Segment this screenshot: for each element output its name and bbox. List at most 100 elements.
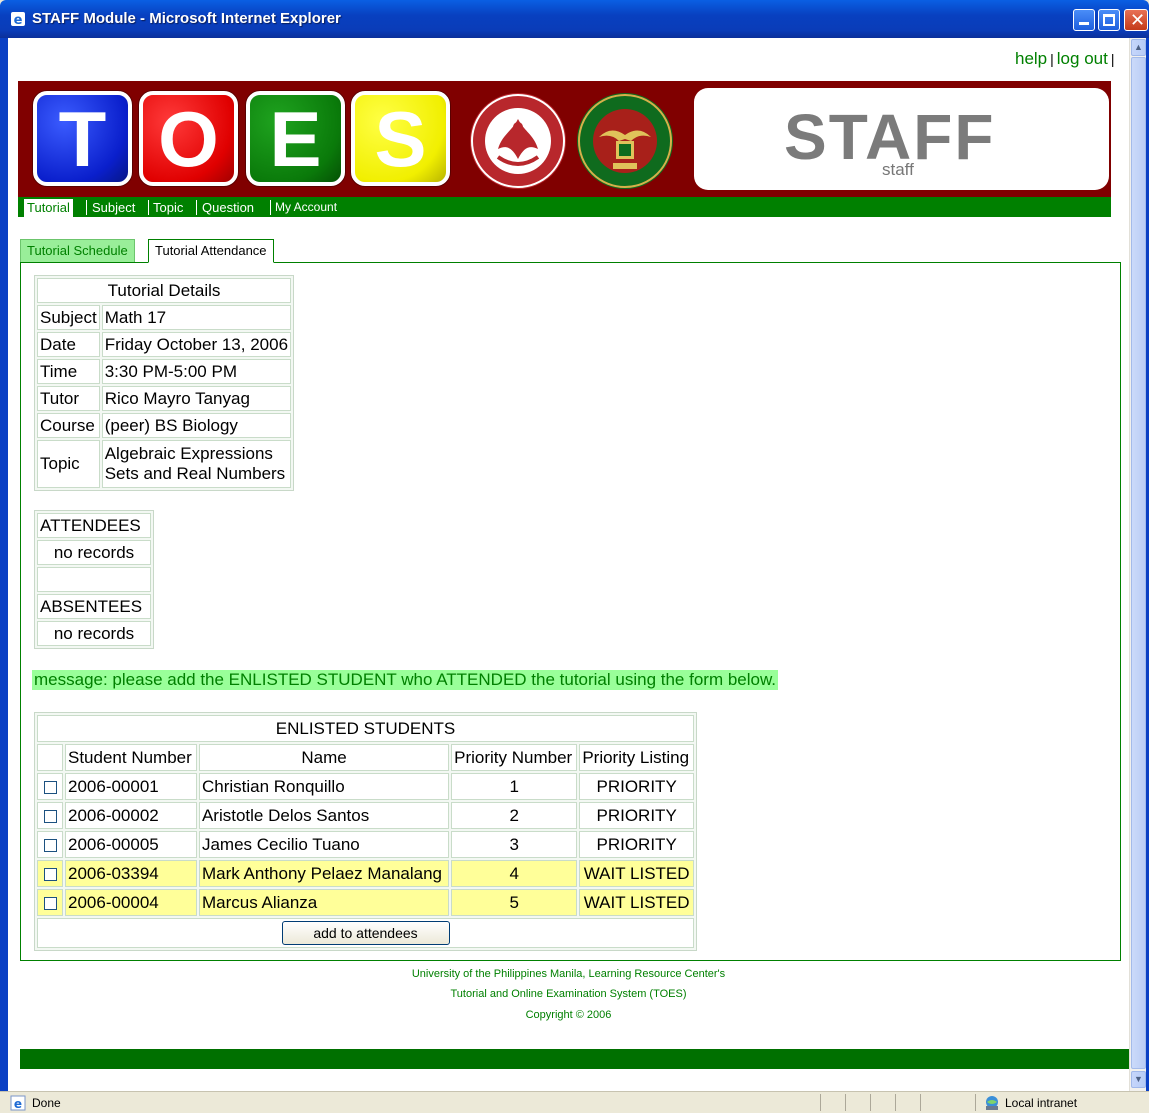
row-checkbox[interactable] (43, 838, 57, 852)
status-divider (975, 1094, 976, 1111)
main-nav: Tutorial Subject Topic Question My Accou… (18, 197, 1111, 217)
row-select (37, 889, 63, 916)
logo-tile-e: E (246, 91, 345, 186)
table-row: 2006-03394 Mark Anthony Pelaez Manalang … (37, 860, 694, 887)
details-header: Tutorial Details (37, 278, 292, 303)
column-header: Student Number (65, 744, 197, 771)
status-divider (820, 1094, 821, 1111)
footer-line: University of the Philippines Manila, Le… (411, 968, 726, 980)
security-zone: Local intranet (1005, 1096, 1078, 1110)
row-checkbox[interactable] (43, 896, 57, 910)
footer-line: Tutorial and Online Examination System (… (450, 988, 687, 1000)
nav-tutorial[interactable]: Tutorial (24, 199, 73, 217)
logout-link[interactable]: log out (1057, 49, 1108, 68)
column-header: Name (198, 744, 450, 771)
student-number: 2006-03394 (65, 860, 197, 887)
priority-number: 1 (451, 773, 578, 800)
topic-line: Sets and Real Numbers (104, 464, 286, 483)
absentees-value: no records (37, 621, 151, 646)
nav-topic[interactable]: Topic (150, 199, 186, 217)
svg-text:e: e (14, 1097, 22, 1111)
tab-tutorial-attendance[interactable]: Tutorial Attendance (148, 239, 274, 263)
student-name: Christian Ronquillo (198, 773, 450, 800)
status-message: message: please add the ENLISTED STUDENT… (32, 670, 779, 690)
table-row: 2006-00002 Aristotle Delos Santos 2 PRIO… (37, 802, 694, 829)
column-header: Priority Listing (579, 744, 694, 771)
student-number: 2006-00002 (65, 802, 197, 829)
priority-listing: PRIORITY (579, 773, 694, 800)
status-divider (895, 1094, 896, 1111)
priority-number: 2 (451, 802, 578, 829)
priority-number: 5 (451, 889, 578, 916)
student-number: 2006-00005 (65, 831, 197, 858)
column-header: Priority Number (451, 744, 578, 771)
nav-subject[interactable]: Subject (89, 199, 138, 217)
detail-label: Tutor (37, 386, 100, 411)
detail-value: Friday October 13, 2006 (101, 332, 292, 357)
row-select (37, 773, 63, 800)
university-seal (577, 93, 673, 189)
scroll-down-button[interactable]: ▼ (1131, 1071, 1146, 1088)
priority-number: 3 (451, 831, 578, 858)
chevron-down-icon: ▼ (1134, 1074, 1143, 1084)
link-separator: | (1110, 51, 1115, 67)
priority-listing: WAIT LISTED (579, 889, 694, 916)
row-checkbox[interactable] (43, 780, 57, 794)
nav-my-account[interactable]: My Account (272, 199, 340, 217)
status-divider (845, 1094, 846, 1111)
detail-label: Topic (37, 440, 100, 488)
priority-listing: PRIORITY (579, 802, 694, 829)
page-done-icon: e (10, 1095, 26, 1111)
table-actions: add to attendees (37, 918, 694, 948)
detail-label: Time (37, 359, 100, 384)
row-checkbox[interactable] (43, 809, 57, 823)
window-frame-left (0, 38, 8, 1091)
minimize-button[interactable] (1073, 9, 1095, 31)
priority-number: 4 (451, 860, 578, 887)
status-text: Done (32, 1096, 61, 1110)
staff-subtitle: staff (882, 160, 914, 179)
priority-listing: WAIT LISTED (579, 860, 694, 887)
detail-value: 3:30 PM-5:00 PM (101, 359, 292, 384)
student-name: Marcus Alianza (198, 889, 450, 916)
nav-divider (86, 200, 87, 215)
checkbox-column-header (37, 744, 63, 771)
tab-tutorial-schedule[interactable]: Tutorial Schedule (20, 239, 135, 263)
attendance-spacer (37, 567, 151, 592)
table-row: 2006-00004 Marcus Alianza 5 WAIT LISTED (37, 889, 694, 916)
link-separator: | (1050, 51, 1054, 67)
status-divider (870, 1094, 871, 1111)
close-icon: ✕ (1130, 10, 1146, 31)
add-to-attendees-button[interactable]: add to attendees (281, 921, 450, 945)
row-select (37, 831, 63, 858)
nav-question[interactable]: Question (199, 199, 257, 217)
scroll-up-button[interactable]: ▲ (1131, 39, 1146, 56)
priority-listing: PRIORITY (579, 831, 694, 858)
learning-resource-center-seal (470, 93, 566, 189)
svg-text:e: e (14, 13, 23, 27)
detail-value: Math 17 (101, 305, 292, 330)
scroll-thumb[interactable] (1131, 57, 1146, 1069)
table-row: 2006-00005 James Cecilio Tuano 3 PRIORIT… (37, 831, 694, 858)
vertical-scrollbar[interactable]: ▲ ▼ (1129, 38, 1146, 1091)
window-title: STAFF Module - Microsoft Internet Explor… (32, 10, 341, 27)
student-name: Mark Anthony Pelaez Manalang (198, 860, 450, 887)
row-checkbox[interactable] (43, 867, 57, 881)
student-number: 2006-00001 (65, 773, 197, 800)
help-link[interactable]: help (1015, 49, 1047, 68)
topic-line: Algebraic Expressions (104, 444, 273, 463)
top-links: help | log out | (1015, 49, 1117, 69)
detail-label: Subject (37, 305, 100, 330)
logo-tile-t: T (33, 91, 132, 186)
toes-banner: T O E S STAFF staff (18, 81, 1111, 197)
nav-divider (196, 200, 197, 215)
status-bar: e Done Local intranet (0, 1091, 1149, 1113)
window-title-bar: e STAFF Module - Microsoft Internet Expl… (0, 0, 1149, 38)
enlisted-header: ENLISTED STUDENTS (37, 715, 694, 742)
detail-value: (peer) BS Biology (101, 413, 292, 438)
close-button[interactable]: ✕ (1124, 9, 1148, 31)
detail-value-topic: Algebraic Expressions Sets and Real Numb… (101, 440, 292, 488)
row-select (37, 860, 63, 887)
detail-value: Rico Mayro Tanyag (101, 386, 292, 411)
maximize-button[interactable] (1098, 9, 1120, 31)
